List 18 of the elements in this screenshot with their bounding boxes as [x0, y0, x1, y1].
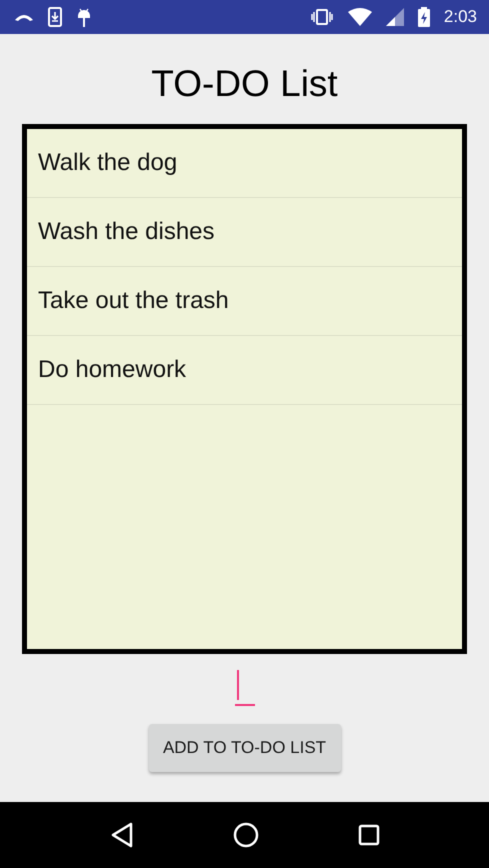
wifi-icon [348, 8, 372, 26]
page-title: TO-DO List [151, 62, 338, 106]
vibrate-icon [310, 9, 334, 25]
signal-icon [386, 8, 404, 26]
add-button[interactable]: ADD TO TO-DO LIST [148, 724, 340, 772]
todo-item[interactable]: Wash the dishes [27, 198, 462, 267]
missed-call-icon [14, 12, 34, 22]
download-icon [48, 7, 62, 27]
todo-item[interactable]: Walk the dog [27, 129, 462, 198]
input-field[interactable] [234, 668, 254, 706]
battery-icon [418, 7, 430, 27]
clock-time: 2:03 [444, 7, 477, 27]
android-icon [76, 6, 92, 28]
back-icon[interactable] [110, 822, 134, 848]
todo-item[interactable]: Do homework [27, 336, 462, 405]
todo-item[interactable]: Take out the trash [27, 267, 462, 336]
home-icon[interactable] [232, 822, 258, 848]
recents-icon[interactable] [358, 824, 380, 846]
